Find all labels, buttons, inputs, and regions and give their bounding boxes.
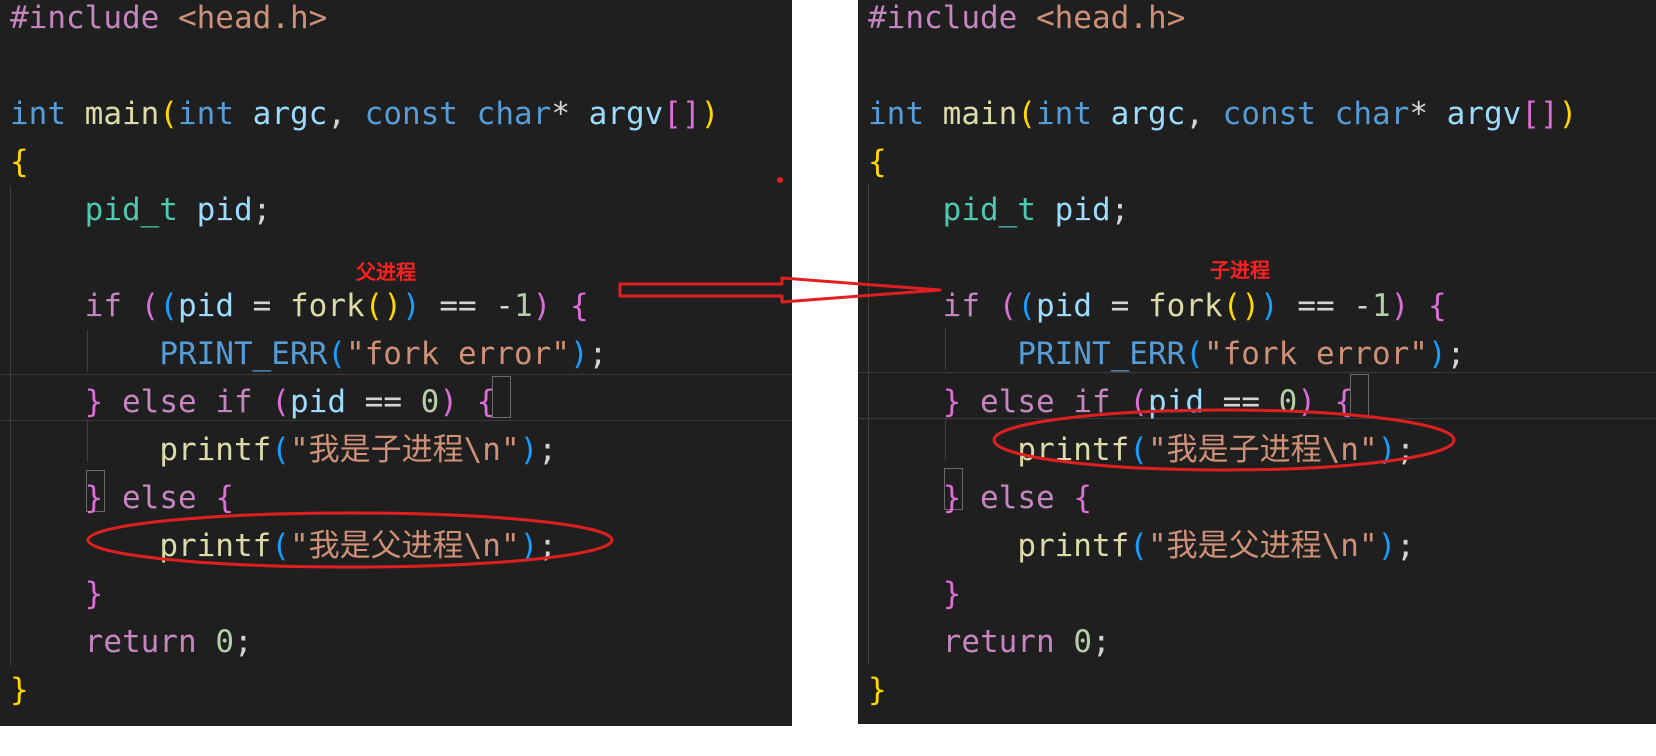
annotation-overlay bbox=[86, 177, 1456, 569]
red-dot-mark bbox=[777, 177, 783, 183]
arrow-icon bbox=[618, 276, 942, 304]
parent-print-highlight-ellipse bbox=[86, 511, 614, 569]
child-print-highlight-ellipse bbox=[992, 408, 1456, 472]
